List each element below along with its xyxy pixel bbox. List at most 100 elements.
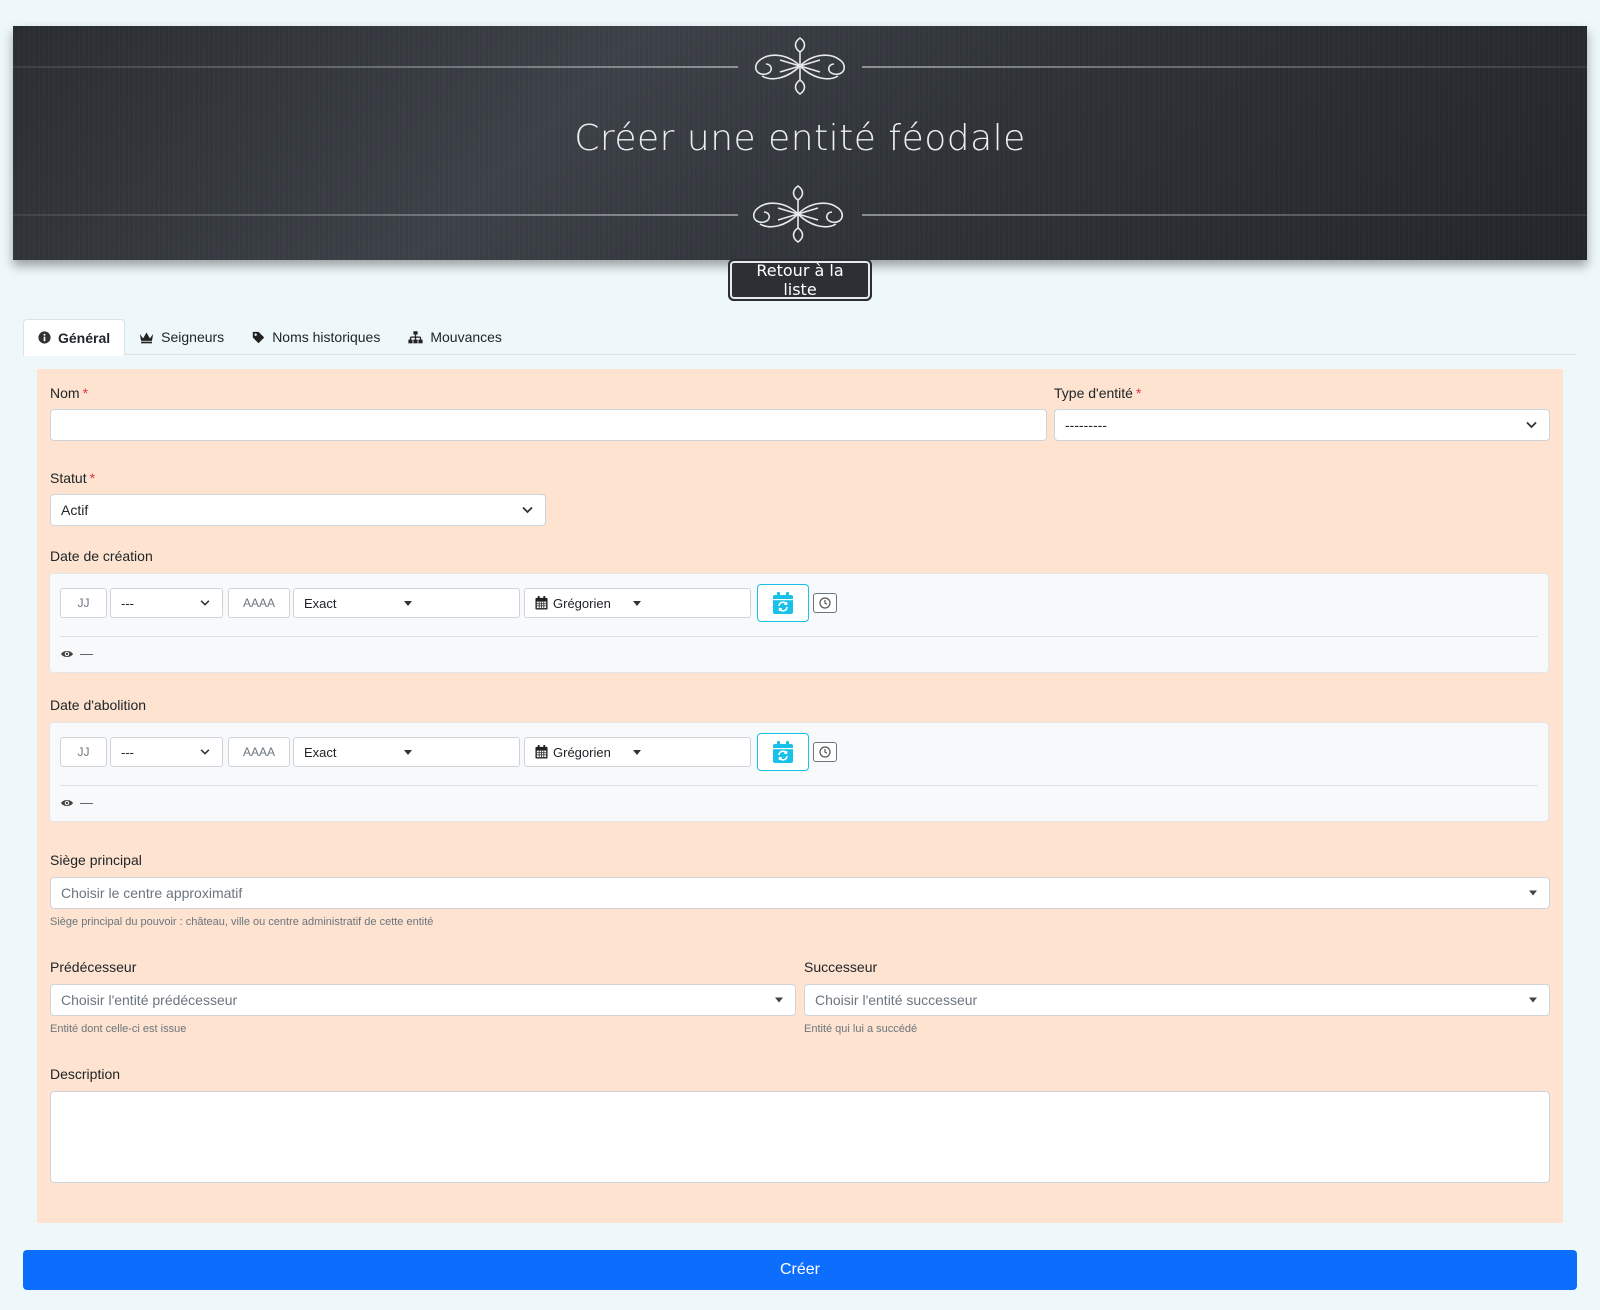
nom-label-text: Nom (50, 385, 80, 401)
chevron-down-icon (200, 600, 210, 606)
tab-bar: Général Seigneurs Noms historiques Mouva… (23, 319, 1577, 356)
date-abolition-label: Date d'abolition (50, 697, 147, 713)
banner-rule (862, 66, 1587, 68)
type-label-text: Type d'entité (1054, 385, 1133, 401)
caret-down-icon (1529, 890, 1537, 896)
chevron-down-icon (522, 506, 533, 514)
create-button[interactable]: Créer (23, 1250, 1577, 1290)
banner-rule (13, 66, 738, 68)
date-preview: — (60, 795, 93, 810)
divider (60, 785, 1538, 786)
eye-icon (61, 799, 73, 806)
tab-seigneurs[interactable]: Seigneurs (125, 319, 238, 355)
calendar-refresh-icon (773, 592, 793, 614)
month-select-value: --- (121, 744, 134, 760)
siege-placeholder: Choisir le centre approximatif (61, 885, 243, 901)
banner-rule (862, 214, 1587, 216)
chevron-down-icon (200, 749, 210, 755)
nom-input[interactable] (50, 409, 1047, 441)
precision-select-value: Exact (304, 744, 337, 760)
calendar-system-value: Grégorien (553, 744, 611, 760)
tab-general[interactable]: Général (23, 319, 126, 356)
caret-down-icon (633, 750, 641, 755)
statut-select-value: Actif (61, 502, 89, 518)
required-mark: * (89, 470, 96, 486)
predecesseur-help-text: Entité dont celle-ci est issue (50, 1023, 187, 1035)
description-label: Description (50, 1066, 121, 1082)
required-mark: * (82, 385, 89, 401)
description-textarea[interactable] (50, 1091, 1550, 1183)
banner-rule (13, 214, 738, 216)
back-to-list-button[interactable]: Retour à la liste (728, 259, 872, 301)
calendar-icon (535, 745, 548, 759)
calendar-system-value: Grégorien (553, 595, 611, 611)
precision-select-value: Exact (304, 595, 337, 611)
time-button[interactable] (813, 742, 837, 762)
siege-select[interactable]: Choisir le centre approximatif (50, 877, 1550, 909)
tab-label: Noms historiques (272, 329, 381, 345)
required-mark: * (1135, 385, 1142, 401)
time-button[interactable] (813, 593, 837, 613)
sitemap-icon (408, 330, 423, 343)
tag-icon (253, 331, 265, 343)
page-title: Créer une entité féodale (574, 118, 1026, 159)
tab-mouvances[interactable]: Mouvances (394, 319, 516, 355)
info-circle-icon (38, 331, 51, 344)
flourish-ornament-icon (752, 185, 844, 243)
calendar-system-select[interactable]: Grégorien (524, 588, 751, 618)
clock-icon (819, 746, 831, 758)
chevron-down-icon (1526, 421, 1537, 429)
date-preview: — (60, 646, 93, 661)
precision-select[interactable]: Exact (293, 737, 520, 767)
tab-label: Général (58, 329, 111, 346)
eye-icon (61, 650, 73, 657)
type-label: Type d'entité * (1054, 385, 1141, 401)
predecesseur-label: Prédécesseur (50, 959, 137, 975)
month-select[interactable]: --- (110, 737, 223, 767)
date-creation-label: Date de création (50, 548, 153, 564)
type-select[interactable]: --------- (1054, 409, 1550, 441)
statut-select[interactable]: Actif (50, 494, 546, 526)
day-input[interactable]: JJ (60, 737, 107, 767)
successeur-help-text: Entité qui lui a succédé (804, 1023, 918, 1035)
day-input[interactable]: JJ (60, 588, 107, 618)
date-abolition-widget: JJ --- AAAA Exact Grégorien — (49, 722, 1549, 822)
calendar-convert-button[interactable] (757, 584, 809, 622)
caret-down-icon (404, 601, 412, 606)
date-preview-text: — (80, 646, 93, 661)
tab-label: Mouvances (430, 329, 502, 345)
header-banner: Créer une entité féodale (13, 26, 1587, 260)
precision-select[interactable]: Exact (293, 588, 520, 618)
statut-label: Statut * (50, 470, 95, 486)
calendar-icon (535, 596, 548, 610)
siege-help-text: Siège principal du pouvoir : château, vi… (50, 916, 434, 928)
predecesseur-select[interactable]: Choisir l'entité prédécesseur (50, 984, 796, 1016)
tab-noms-historiques[interactable]: Noms historiques (238, 319, 394, 355)
divider (60, 636, 1538, 637)
calendar-convert-button[interactable] (757, 733, 809, 771)
caret-down-icon (775, 997, 783, 1003)
year-input[interactable]: AAAA (228, 737, 290, 767)
clock-icon (819, 597, 831, 609)
caret-down-icon (633, 601, 641, 606)
flourish-ornament-icon (754, 37, 846, 95)
type-select-value: --------- (1065, 417, 1107, 433)
successeur-label: Successeur (804, 959, 878, 975)
siege-label: Siège principal (50, 852, 142, 868)
calendar-system-select[interactable]: Grégorien (524, 737, 751, 767)
caret-down-icon (1529, 997, 1537, 1003)
month-select[interactable]: --- (110, 588, 223, 618)
crown-icon (139, 332, 154, 343)
form-panel: Nom * Type d'entité * --------- Statut * Ac… (37, 369, 1563, 1223)
tab-label: Seigneurs (161, 329, 225, 345)
nom-label: Nom * (50, 385, 88, 401)
caret-down-icon (404, 750, 412, 755)
date-creation-widget: JJ --- AAAA Exact Grégorien — (49, 573, 1549, 673)
date-preview-text: — (80, 795, 93, 810)
successeur-placeholder: Choisir l'entité successeur (815, 992, 978, 1008)
successeur-select[interactable]: Choisir l'entité successeur (804, 984, 1550, 1016)
predecesseur-placeholder: Choisir l'entité prédécesseur (61, 992, 238, 1008)
month-select-value: --- (121, 595, 134, 611)
year-input[interactable]: AAAA (228, 588, 290, 618)
statut-label-text: Statut (50, 470, 87, 486)
